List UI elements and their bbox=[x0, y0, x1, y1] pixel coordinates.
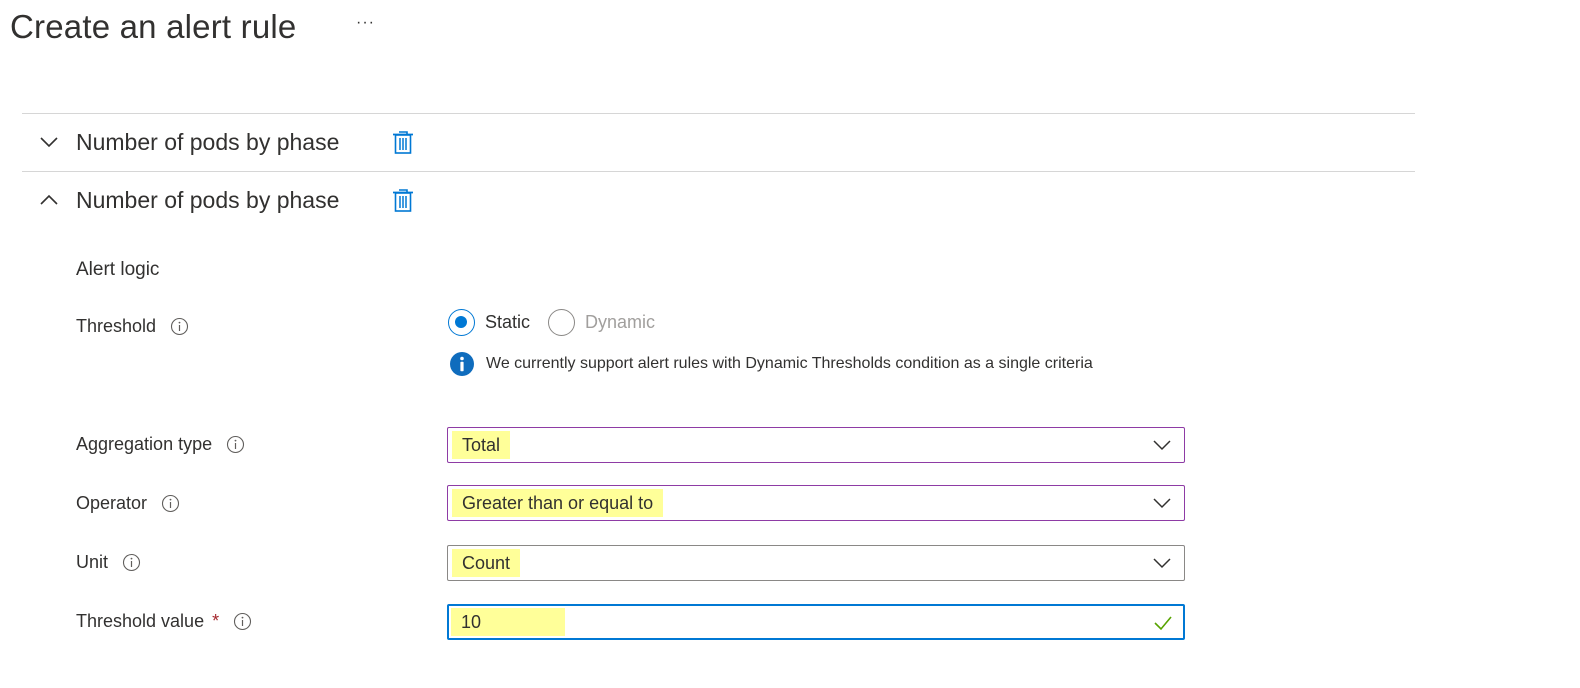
unit-label: Unit bbox=[76, 552, 141, 573]
aggregation-type-value: Total bbox=[452, 431, 511, 459]
info-message-text: We currently support alert rules with Dy… bbox=[486, 355, 1093, 372]
condition-header[interactable]: Number of pods by phase bbox=[22, 172, 1415, 228]
aggregation-type-dropdown[interactable]: Total bbox=[447, 427, 1185, 463]
radio-static-circle[interactable] bbox=[448, 309, 475, 336]
condition-title[interactable]: Number of pods by phase bbox=[76, 129, 339, 156]
operator-dropdown[interactable]: Greater than or equal to bbox=[447, 485, 1185, 521]
radio-dynamic[interactable]: Dynamic bbox=[548, 309, 655, 336]
radio-dynamic-circle[interactable] bbox=[548, 309, 576, 336]
threshold-radio-group: Static Dynamic bbox=[448, 309, 673, 336]
info-icon[interactable] bbox=[233, 612, 252, 631]
trash-icon[interactable] bbox=[391, 129, 415, 155]
threshold-value-label-text: Threshold value bbox=[76, 611, 205, 631]
radio-static-label[interactable]: Static bbox=[485, 312, 530, 333]
aggregation-type-label: Aggregation type bbox=[76, 434, 245, 455]
chevron-down-icon bbox=[1153, 440, 1171, 451]
threshold-label: Threshold bbox=[76, 316, 189, 337]
operator-value: Greater than or equal to bbox=[452, 489, 664, 517]
radio-static[interactable]: Static bbox=[448, 309, 530, 336]
required-indicator: * bbox=[212, 611, 220, 631]
unit-dropdown[interactable]: Count bbox=[447, 545, 1185, 581]
threshold-value-label: Threshold value * bbox=[76, 611, 252, 632]
more-options-button[interactable]: ··· bbox=[356, 14, 375, 32]
page-title: Create an alert rule bbox=[10, 8, 297, 45]
aggregation-type-label-text: Aggregation type bbox=[76, 434, 213, 454]
threshold-value-input[interactable]: 10 bbox=[447, 604, 1185, 640]
trash-icon[interactable] bbox=[391, 187, 415, 213]
threshold-value-text[interactable]: 10 bbox=[451, 608, 565, 636]
chevron-up-icon[interactable] bbox=[38, 189, 60, 211]
info-icon[interactable] bbox=[226, 435, 245, 454]
info-message: We currently support alert rules with Dy… bbox=[450, 352, 1130, 376]
section-title-alert-logic: Alert logic bbox=[76, 259, 160, 280]
radio-dynamic-label[interactable]: Dynamic bbox=[585, 312, 655, 333]
operator-label: Operator bbox=[76, 493, 180, 514]
info-filled-icon bbox=[450, 352, 474, 376]
info-icon[interactable] bbox=[161, 494, 180, 513]
threshold-label-text: Threshold bbox=[76, 316, 157, 336]
info-icon[interactable] bbox=[122, 553, 141, 572]
checkmark-icon bbox=[1154, 616, 1172, 631]
condition-header[interactable]: Number of pods by phase bbox=[22, 114, 1415, 170]
chevron-down-icon bbox=[1153, 558, 1171, 569]
operator-label-text: Operator bbox=[76, 493, 148, 513]
condition-title[interactable]: Number of pods by phase bbox=[76, 187, 339, 214]
unit-label-text: Unit bbox=[76, 552, 109, 572]
chevron-down-icon bbox=[1153, 498, 1171, 509]
info-icon[interactable] bbox=[170, 317, 189, 336]
chevron-down-icon[interactable] bbox=[38, 131, 60, 153]
unit-value: Count bbox=[452, 549, 521, 577]
